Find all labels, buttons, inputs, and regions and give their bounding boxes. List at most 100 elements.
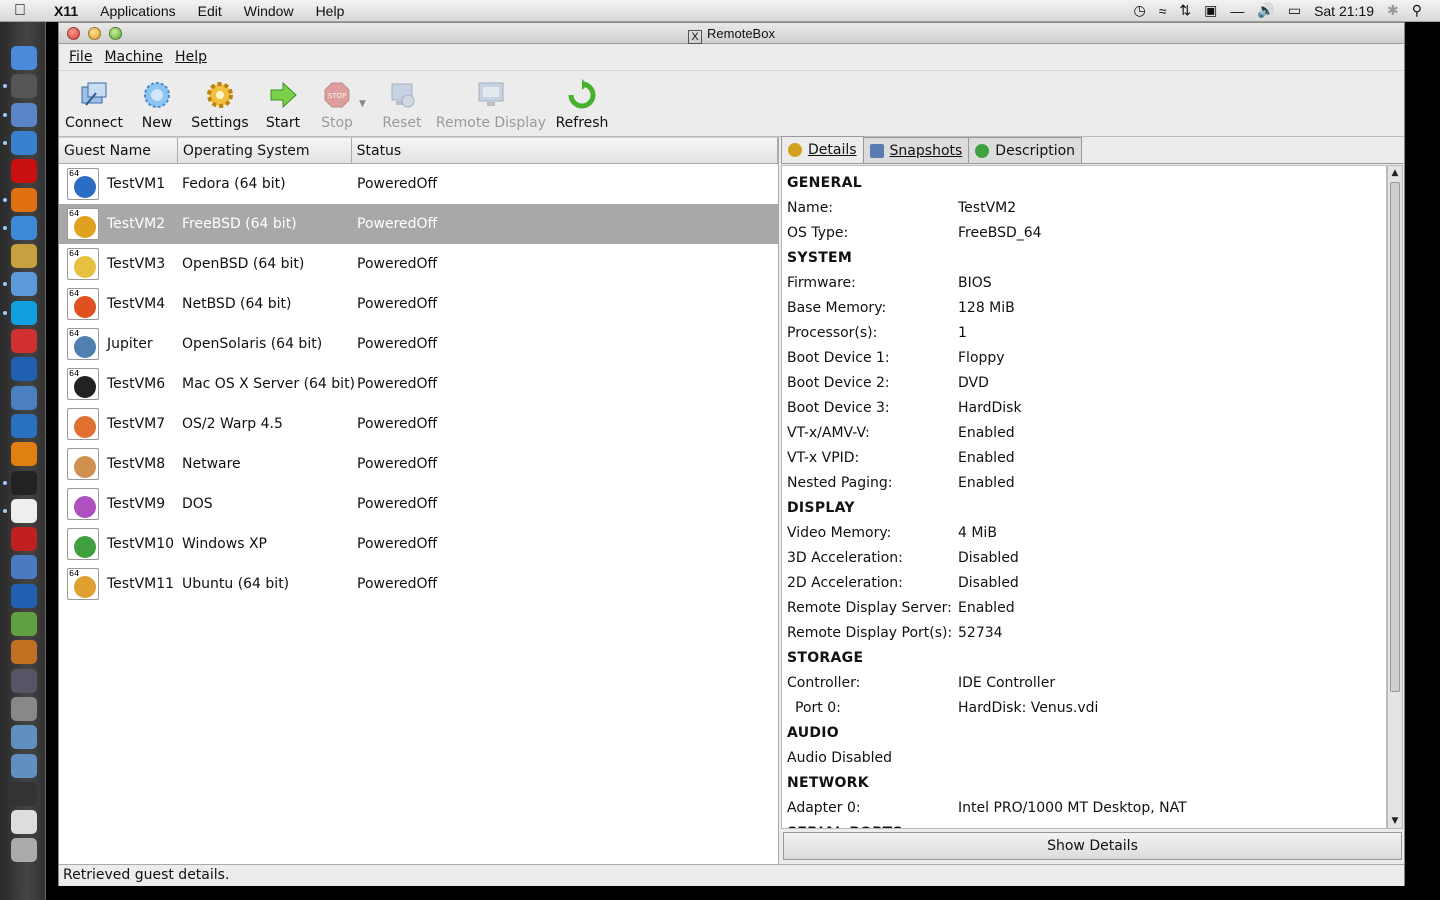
spotlight-icon[interactable]: ⚲ — [1412, 2, 1422, 19]
minus-icon[interactable]: — — [1230, 3, 1244, 19]
details-row: Boot Device 3: HardDisk — [787, 395, 1386, 420]
skype-icon[interactable] — [11, 300, 37, 325]
guest-row[interactable]: TestVM10 Windows XP PoweredOff — [59, 524, 778, 564]
details-section-header: SERIAL PORTS — [787, 820, 1386, 829]
ichat-icon[interactable] — [11, 215, 37, 240]
sync-icon[interactable]: ⇅ — [1179, 2, 1191, 19]
folder-icon-2[interactable] — [11, 753, 37, 778]
details-row: Adapter 0: Intel PRO/1000 MT Desktop, NAT — [787, 795, 1386, 820]
toolbar: Connect New Settings Start STOP Stop ▼ R… — [59, 71, 1404, 137]
start-button[interactable]: Start — [257, 71, 309, 131]
guest-row[interactable]: 64 TestVM4 NetBSD (64 bit) PoweredOff — [59, 284, 778, 324]
stop-dropdown-arrow-icon[interactable]: ▼ — [359, 99, 366, 109]
volume-icon[interactable]: 🔊 — [1257, 2, 1274, 19]
ical-icon[interactable] — [11, 329, 37, 353]
remote-display-button[interactable]: Remote Display — [436, 71, 546, 131]
quicktime-icon[interactable] — [11, 413, 37, 438]
window-titlebar[interactable]: X RemoteBox — [59, 23, 1404, 44]
guest-row[interactable]: 64 TestVM3 OpenBSD (64 bit) PoweredOff — [59, 244, 778, 284]
guest-status: PoweredOff — [357, 296, 438, 312]
guest-status: PoweredOff — [357, 536, 438, 552]
guest-row[interactable]: TestVM9 DOS PoweredOff — [59, 484, 778, 524]
menubar-clock[interactable]: Sat 21:19 — [1314, 3, 1374, 19]
wifi-icon[interactable]: ≈ — [1159, 3, 1167, 19]
vlc-icon[interactable] — [11, 442, 37, 467]
details-section-header: DISPLAY — [787, 495, 1386, 520]
running-indicator — [3, 112, 7, 117]
x11-icon[interactable] — [11, 498, 37, 523]
section-title: NETWORK — [787, 774, 869, 791]
timemachine-icon[interactable] — [11, 668, 37, 693]
scroll-down-icon[interactable]: ▼ — [1388, 814, 1402, 828]
display-icon[interactable]: ▣ — [1204, 2, 1217, 19]
globe-icon[interactable] — [11, 385, 37, 410]
menubar-edit[interactable]: Edit — [187, 3, 233, 19]
guest-row[interactable]: 64 Jupiter OpenSolaris (64 bit) PoweredOff — [59, 324, 778, 364]
terminal-icon[interactable] — [11, 470, 37, 495]
column-operating-system[interactable]: Operating System — [178, 138, 352, 163]
details-scrollbar[interactable]: ▲ ▼ — [1387, 165, 1403, 829]
syspref-icon[interactable] — [11, 696, 37, 721]
mail-icon[interactable] — [11, 244, 37, 269]
64bit-badge: 64 — [69, 209, 80, 218]
tab-description[interactable]: Description — [968, 137, 1083, 163]
word-icon[interactable] — [11, 583, 37, 608]
show-details-button[interactable]: Show Details — [783, 832, 1402, 860]
finder-icon[interactable] — [11, 46, 37, 70]
menu-machine[interactable]: Machine — [98, 49, 169, 65]
column-guest-name[interactable]: Guest Name — [59, 138, 178, 163]
start-arrow-icon — [267, 79, 299, 111]
refresh-button[interactable]: Refresh — [554, 71, 610, 131]
stop-button[interactable]: STOP Stop — [317, 71, 357, 131]
menubar-app-name[interactable]: X11 — [40, 3, 89, 19]
tab-details[interactable]: Details — [781, 136, 864, 163]
trash-icon[interactable] — [11, 838, 37, 863]
settings-button[interactable]: Settings — [191, 71, 249, 131]
preview-icon[interactable] — [11, 102, 37, 127]
scroll-thumb[interactable] — [1390, 182, 1400, 692]
menubar-help[interactable]: Help — [305, 3, 356, 19]
document-icon[interactable] — [11, 810, 37, 835]
details-value: HardDisk — [958, 399, 1022, 416]
os-icon — [67, 488, 99, 520]
guest-row[interactable]: 64 TestVM2 FreeBSD (64 bit) PoweredOff — [59, 204, 778, 244]
folder-icon[interactable] — [11, 725, 37, 750]
time-machine-icon[interactable]: ◷ — [1134, 2, 1146, 19]
opera-icon[interactable] — [11, 159, 37, 184]
section-title: STORAGE — [787, 649, 864, 666]
running-indicator — [3, 480, 7, 485]
menu-help[interactable]: Help — [169, 49, 213, 65]
new-button[interactable]: New — [131, 71, 183, 131]
guest-row[interactable]: TestVM8 Netware PoweredOff — [59, 444, 778, 484]
connect-button[interactable]: Connect — [65, 71, 123, 131]
itunes-icon[interactable] — [11, 272, 37, 297]
firefox-icon[interactable] — [11, 187, 37, 212]
menubar-window[interactable]: Window — [233, 3, 305, 19]
mindmap-icon[interactable] — [11, 612, 37, 636]
app-icon[interactable] — [11, 640, 37, 665]
guest-row[interactable]: 64 TestVM6 Mac OS X Server (64 bit) Powered… — [59, 364, 778, 404]
guest-row[interactable]: 64 TestVM11 Ubuntu (64 bit) PoweredOff — [59, 564, 778, 604]
reset-button[interactable]: Reset — [376, 71, 428, 131]
menubar-applications[interactable]: Applications — [89, 3, 187, 19]
safari-icon[interactable] — [11, 130, 37, 155]
scroll-up-icon[interactable]: ▲ — [1388, 166, 1402, 180]
camera-icon — [869, 143, 884, 158]
apple-menu-icon[interactable]:  — [0, 2, 40, 20]
column-status[interactable]: Status — [352, 138, 778, 163]
guest-os: Windows XP — [182, 536, 267, 552]
bluetooth-icon[interactable]: ✱ — [1387, 2, 1399, 19]
console-icon[interactable] — [11, 781, 37, 806]
battery-icon[interactable]: ▭ — [1288, 2, 1301, 19]
tab-snapshots[interactable]: Snapshots — [862, 137, 970, 163]
preview-icon-2[interactable] — [11, 555, 37, 580]
acrobat-icon[interactable] — [11, 527, 37, 552]
menu-file[interactable]: File — [63, 49, 98, 65]
64bit-badge: 64 — [69, 569, 80, 578]
os-logo-icon — [74, 536, 96, 558]
dashboard-icon[interactable] — [11, 74, 37, 99]
os-icon: 64 — [67, 288, 99, 320]
guest-row[interactable]: 64 TestVM1 Fedora (64 bit) PoweredOff — [59, 164, 778, 204]
earth-icon[interactable] — [11, 357, 37, 382]
guest-row[interactable]: TestVM7 OS/2 Warp 4.5 PoweredOff — [59, 404, 778, 444]
